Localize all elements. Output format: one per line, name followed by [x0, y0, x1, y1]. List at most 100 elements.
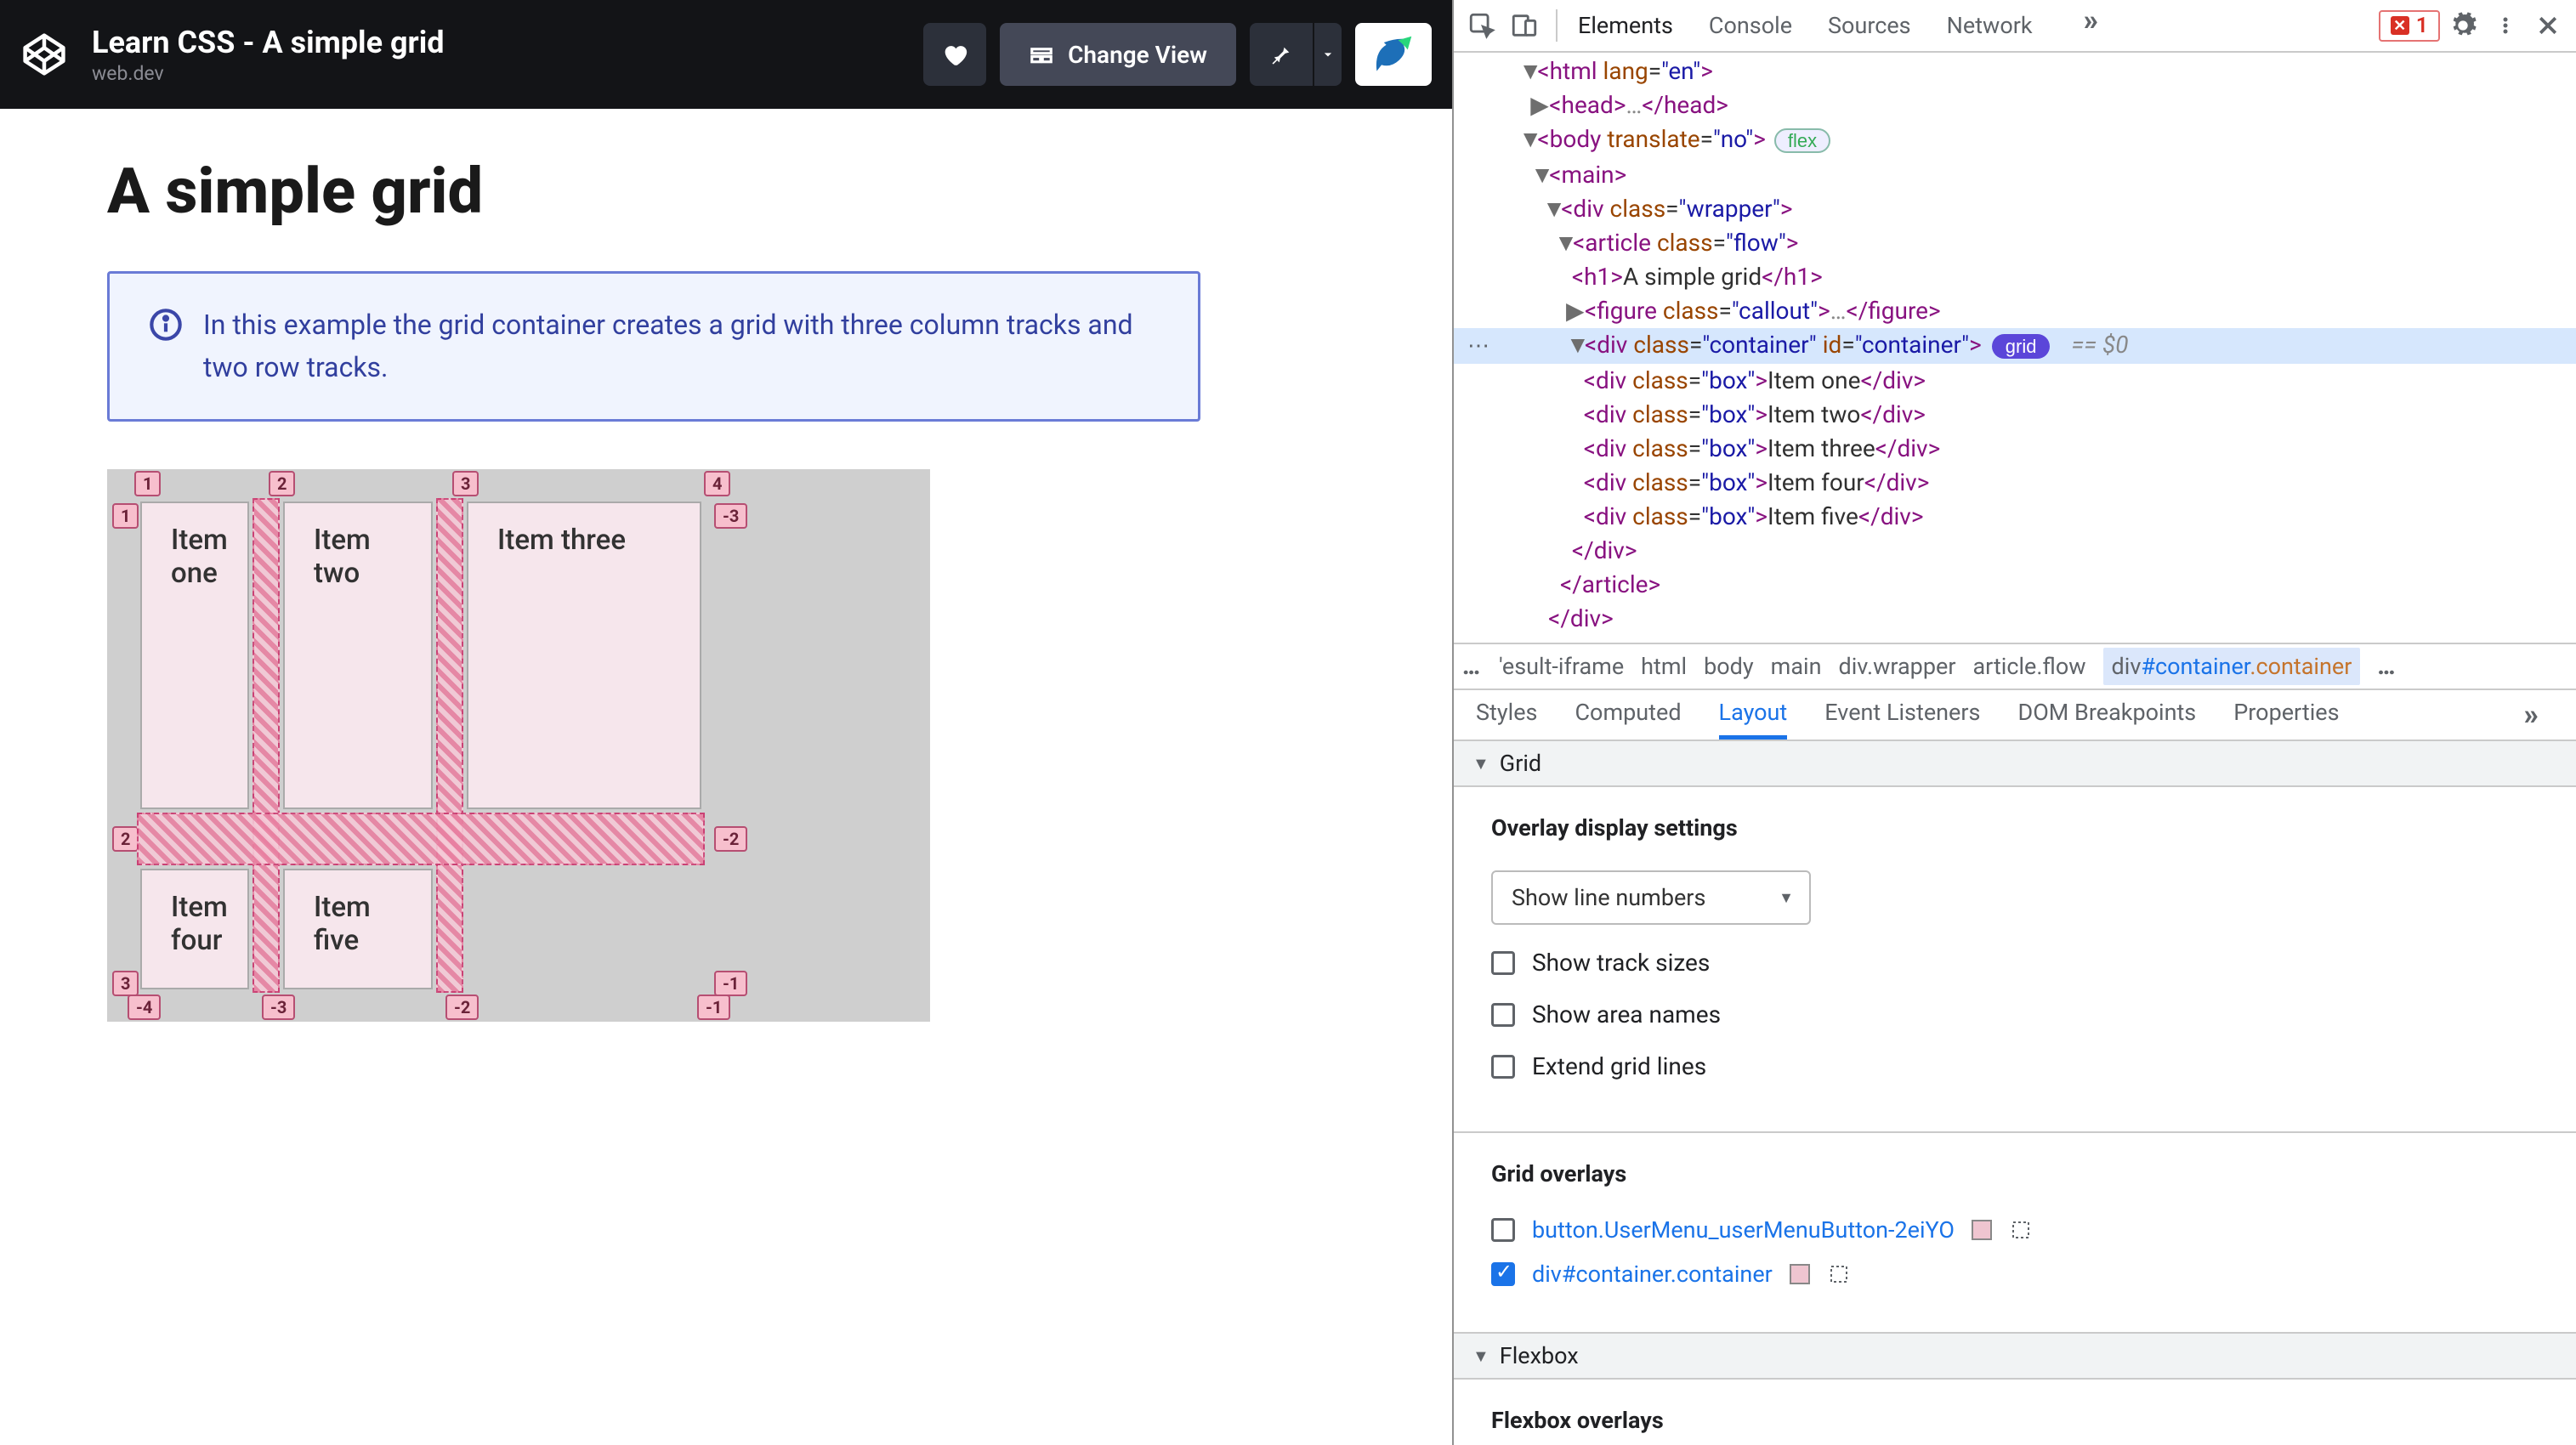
grid-section-header[interactable]: ▼ Grid — [1454, 741, 2576, 787]
devtools-toolbar: Elements Console Sources Network » ✕ 1 — [1454, 0, 2576, 53]
page-title: A simple grid — [107, 155, 1345, 229]
tab-sources[interactable]: Sources — [1828, 3, 1911, 48]
crumb-container[interactable]: div#container.container — [2103, 648, 2361, 685]
pen-author[interactable]: web.dev — [92, 62, 923, 85]
col-line-3: 3 — [452, 471, 479, 496]
subtab-layout[interactable]: Layout — [1719, 690, 1788, 740]
flexbox-section-title: Flexbox — [1500, 1342, 1579, 1369]
col-line-2: 2 — [269, 471, 295, 496]
disclosure-triangle-icon-2: ▼ — [1472, 1346, 1489, 1367]
dom-box1: Item one — [1767, 366, 1860, 394]
crumb-main[interactable]: main — [1771, 653, 1822, 680]
tab-elements[interactable]: Elements — [1578, 3, 1673, 48]
chk-track-sizes[interactable] — [1491, 951, 1515, 975]
heart-button[interactable] — [923, 23, 986, 86]
row-line-1: 1 — [112, 503, 139, 529]
error-count: 1 — [2416, 14, 2428, 38]
crumb-wrapper[interactable]: div.wrapper — [1839, 653, 1956, 680]
crumb-more[interactable]: … — [1462, 653, 1482, 680]
pin-dropdown-button[interactable] — [1314, 23, 1342, 86]
grid-section-title: Grid — [1500, 750, 1541, 777]
layout-panel: ▼ Grid Overlay display settings Show lin… — [1454, 741, 2576, 1445]
codepen-header: Learn CSS - A simple grid web.dev Change… — [0, 0, 1452, 109]
grid-item-5: Item five — [283, 869, 433, 989]
info-callout: In this example the grid container creat… — [107, 271, 1200, 422]
devtools-main-tabs: Elements Console Sources Network » — [1578, 3, 2375, 48]
subtab-computed[interactable]: Computed — [1575, 690, 1681, 740]
select-value: Show line numbers — [1512, 884, 1705, 911]
close-devtools-icon[interactable] — [2528, 6, 2567, 45]
flexbox-overlays-title: Flexbox overlays — [1491, 1407, 2539, 1434]
codepen-logo-icon[interactable] — [20, 31, 68, 78]
subtabs-overflow-icon[interactable]: » — [2509, 690, 2555, 740]
disclosure-triangle-icon: ▼ — [1472, 753, 1489, 774]
dom-box3: Item three — [1767, 434, 1875, 462]
devtools-pane: Elements Console Sources Network » ✕ 1 — [1452, 0, 2576, 1445]
chk-area-names-label: Show area names — [1532, 1000, 1721, 1028]
subtab-event-listeners[interactable]: Event Listeners — [1824, 690, 1980, 740]
overlay-chk-usermenu[interactable] — [1491, 1218, 1515, 1242]
breadcrumb[interactable]: … 'esult-iframe html body main div.wrapp… — [1454, 644, 2576, 690]
change-view-button[interactable]: Change View — [1000, 23, 1236, 86]
overlay-layout-icon-2[interactable] — [1827, 1262, 1851, 1286]
grid-item-1: Item one — [140, 502, 249, 809]
dom-h1-text: A simple grid — [1623, 263, 1762, 291]
crumb-article[interactable]: article.flow — [1972, 653, 2085, 680]
col-line-neg2: -2 — [445, 994, 479, 1020]
codepen-pane: Learn CSS - A simple grid web.dev Change… — [0, 0, 1452, 1445]
dom-box4: Item four — [1767, 468, 1864, 496]
grid-item-3: Item three — [467, 502, 701, 809]
col-line-neg1: -1 — [697, 994, 730, 1020]
pen-title[interactable]: Learn CSS - A simple grid — [92, 25, 923, 60]
crumb-more-right[interactable]: … — [2377, 653, 2397, 680]
selection-tail: == $0 — [2065, 331, 2128, 359]
grid-badge[interactable]: grid — [1992, 334, 2051, 359]
elements-subtabs: Styles Computed Layout Event Listeners D… — [1454, 690, 2576, 741]
overlay-color-swatch-1[interactable] — [1972, 1220, 1992, 1240]
row-line-2: 2 — [112, 826, 139, 852]
tab-network[interactable]: Network — [1947, 3, 2033, 48]
col-line-1: 1 — [134, 471, 161, 496]
device-toggle-icon[interactable] — [1505, 6, 1544, 45]
grid-container-viz: 1 2 3 4 1 2 3 -3 -2 -1 -4 -3 -2 -1 — [107, 469, 930, 1022]
run-button[interactable] — [1355, 23, 1432, 86]
selected-dom-node[interactable]: ▼<div class="container" id="container">g… — [1454, 328, 2576, 364]
dom-box5: Item five — [1767, 502, 1858, 530]
overlay-chk-container[interactable] — [1491, 1262, 1515, 1286]
chk-extend-lines[interactable] — [1491, 1055, 1515, 1079]
error-badge[interactable]: ✕ 1 — [2379, 10, 2440, 42]
tab-console[interactable]: Console — [1709, 3, 1792, 48]
grid-overlays-title: Grid overlays — [1491, 1160, 2539, 1187]
subtab-dom-breakpoints[interactable]: DOM Breakpoints — [2017, 690, 2196, 740]
dom-tree[interactable]: ▼<html lang="en"> ▶<head>…</head> ▼<body… — [1454, 53, 2576, 644]
crumb-html[interactable]: html — [1641, 653, 1687, 680]
chk-track-sizes-label: Show track sizes — [1532, 949, 1710, 977]
crumb-body[interactable]: body — [1704, 653, 1754, 680]
kebab-menu-icon[interactable] — [2486, 6, 2525, 45]
preview-area: A simple grid In this example the grid c… — [0, 109, 1452, 1068]
chk-extend-lines-label: Extend grid lines — [1532, 1052, 1706, 1080]
flexbox-section-header[interactable]: ▼ Flexbox — [1454, 1332, 2576, 1380]
line-numbers-select[interactable]: Show line numbers ▼ — [1491, 870, 1811, 925]
info-icon — [149, 308, 183, 345]
error-x-icon: ✕ — [2391, 16, 2409, 35]
overlay-settings-title: Overlay display settings — [1491, 814, 2539, 842]
overlay-container-label[interactable]: div#container.container — [1532, 1261, 1773, 1288]
crumb-iframe[interactable]: 'esult-iframe — [1499, 653, 1624, 680]
overlay-usermenu-label[interactable]: button.UserMenu_userMenuButton-2eiYO — [1532, 1216, 1955, 1244]
settings-gear-icon[interactable] — [2443, 6, 2482, 45]
flex-badge[interactable]: flex — [1774, 128, 1830, 153]
inspect-element-icon[interactable] — [1462, 6, 1501, 45]
chk-area-names[interactable] — [1491, 1003, 1515, 1027]
overlay-layout-icon-1[interactable] — [2009, 1218, 2033, 1242]
tabs-overflow-icon[interactable]: » — [2068, 3, 2114, 37]
pin-button[interactable] — [1250, 23, 1313, 86]
overlay-color-swatch-2[interactable] — [1790, 1264, 1810, 1284]
grid-item-2: Item two — [283, 502, 433, 809]
chevron-down-icon: ▼ — [1779, 889, 1794, 907]
col-line-neg4: -4 — [128, 994, 161, 1020]
row-line-3: 3 — [112, 971, 139, 996]
change-view-label: Change View — [1068, 41, 1207, 69]
subtab-styles[interactable]: Styles — [1476, 690, 1537, 740]
subtab-properties[interactable]: Properties — [2233, 690, 2339, 740]
